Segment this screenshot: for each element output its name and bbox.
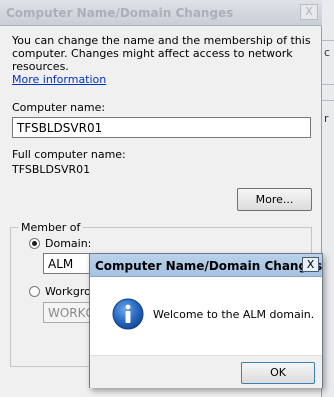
popup-button-bar: OK	[90, 355, 322, 388]
welcome-message: Welcome to the ALM domain.	[153, 308, 315, 321]
intro-text-block: You can change the name and the membersh…	[12, 34, 312, 86]
popup-title: Computer Name/Domain Changes	[95, 259, 323, 273]
dialog-title: Computer Name/Domain Changes	[6, 6, 234, 20]
intro-text: You can change the name and the membersh…	[12, 34, 311, 73]
close-icon: X	[306, 258, 315, 271]
background-text: c	[324, 46, 331, 59]
workgroup-radio[interactable]	[29, 286, 40, 297]
background-divider	[322, 100, 334, 101]
member-of-label: Member of	[18, 221, 84, 234]
popup-titlebar: Computer Name/Domain Changes X	[90, 254, 322, 277]
more-information-link[interactable]: More information	[12, 73, 106, 86]
background-text: r	[324, 112, 329, 125]
background-divider	[322, 40, 334, 41]
dialog-close-button[interactable]: X	[300, 4, 318, 20]
popup-close-button[interactable]: X	[302, 257, 319, 272]
computer-name-input[interactable]: TFSBLDSVR01	[12, 117, 311, 138]
ok-button[interactable]: OK	[241, 362, 315, 384]
welcome-message-box: Computer Name/Domain Changes X Welcome t…	[89, 253, 323, 388]
computer-name-label: Computer name:	[12, 101, 106, 114]
dialog-titlebar: Computer Name/Domain Changes X	[0, 0, 322, 26]
info-icon	[112, 298, 144, 330]
background-window	[322, 0, 334, 397]
domain-radio[interactable]	[29, 238, 40, 249]
close-icon: X	[305, 5, 313, 18]
full-computer-name-label: Full computer name:	[12, 148, 126, 161]
background-divider	[322, 84, 334, 85]
more-button[interactable]: More...	[237, 188, 312, 211]
domain-label: Domain:	[45, 237, 92, 250]
full-computer-name-value: TFSBLDSVR01	[12, 163, 91, 176]
